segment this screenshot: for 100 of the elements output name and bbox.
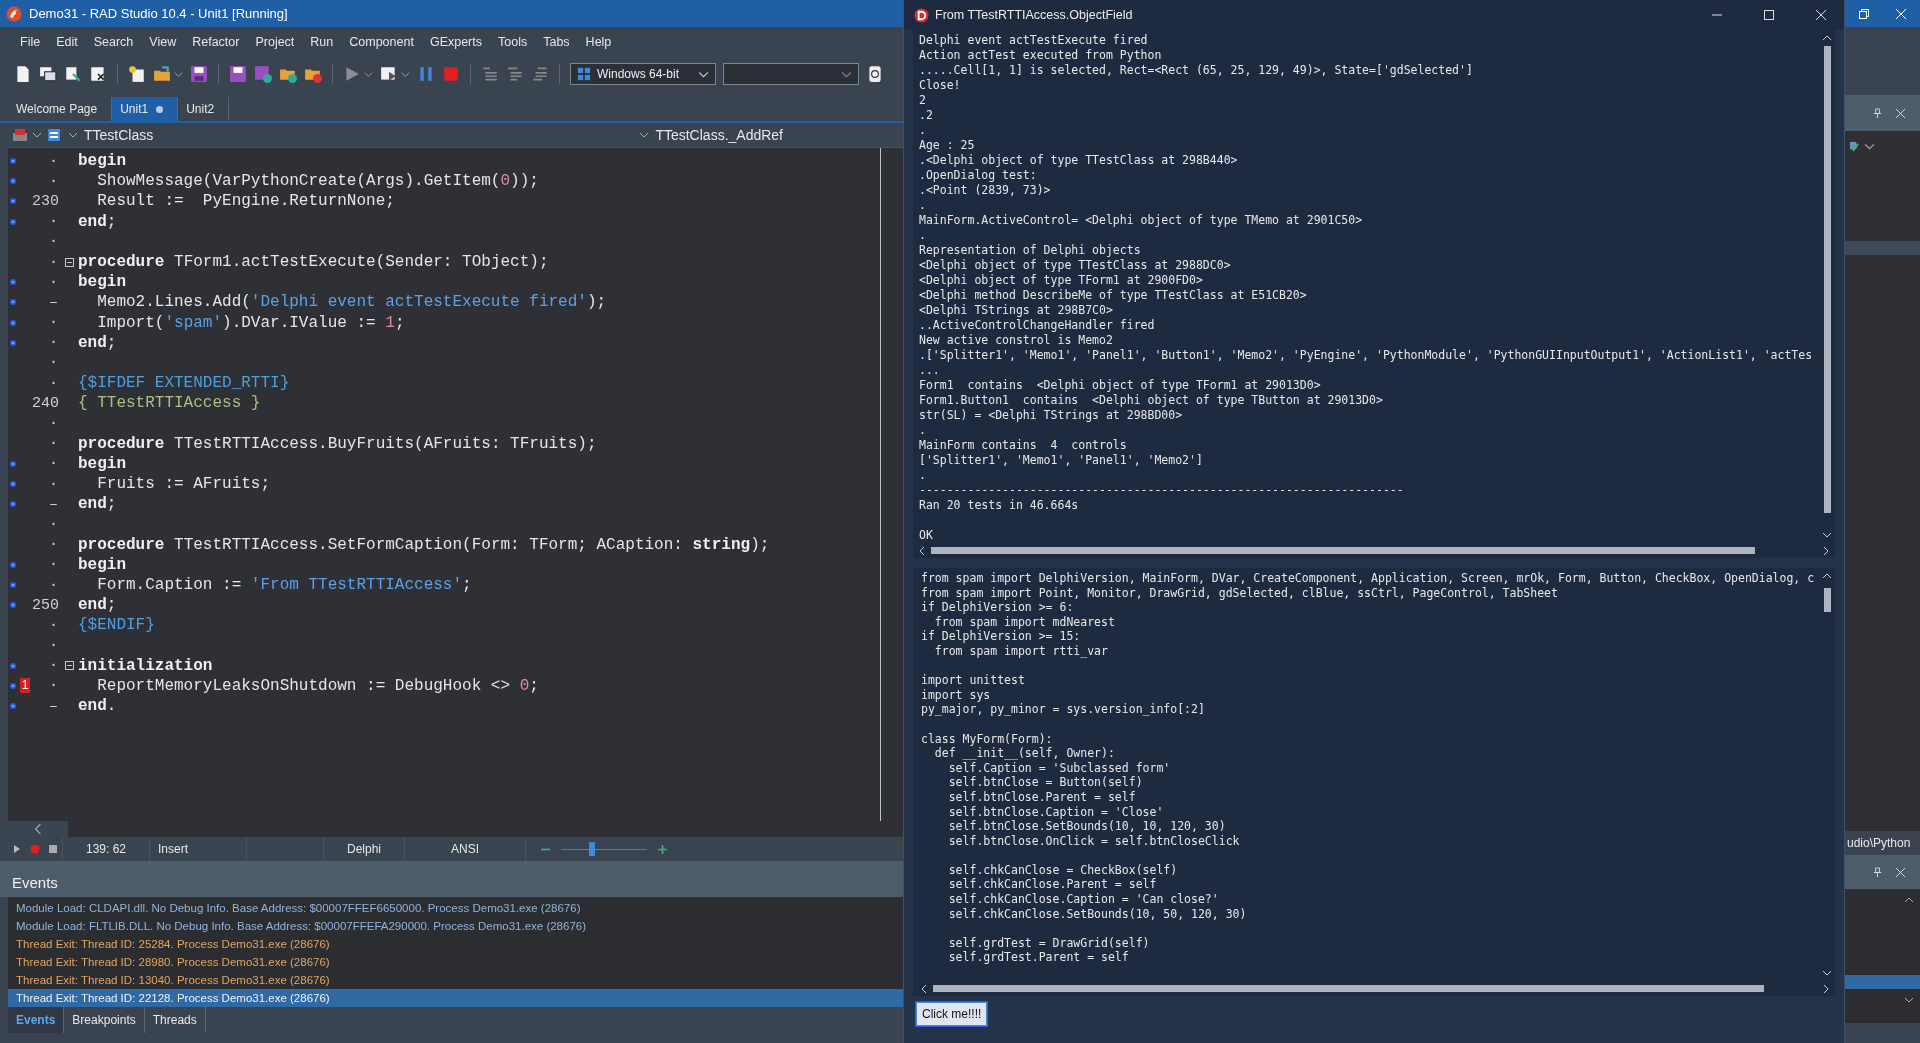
menu-item[interactable]: Project: [247, 32, 303, 52]
close-file-icon[interactable]: [89, 65, 107, 83]
event-row[interactable]: Thread Exit: Thread ID: 28980. Process Demo31.exe (28676): [8, 953, 903, 971]
new-file-icon[interactable]: [14, 65, 32, 83]
code-line: { TTestRTTIAccess }: [77, 394, 261, 413]
breakpoint-dot-icon[interactable]: [10, 279, 16, 286]
scrollbar-thumb[interactable]: [1823, 46, 1831, 513]
menu-item[interactable]: Refactor: [184, 32, 248, 52]
event-row[interactable]: Module Load: CLDAPI.dll. No Debug Info. Base Address: $00007FFEF6650000. Process Demo31.exe (28676): [8, 899, 903, 917]
scrollbar-thumb[interactable]: [933, 985, 1764, 992]
event-row[interactable]: Module Load: FLTLIB.DLL. No Debug Info. Base Address: $00007FFEFA290000. Process Demo31.exe (28676): [8, 917, 903, 935]
save-as-icon[interactable]: [254, 65, 272, 83]
slider-thumb[interactable]: [588, 842, 595, 856]
output-line: ['Splitter1', 'Memo1', 'Panel1', 'Memo2']: [919, 453, 1204, 468]
breakpoint-dot-icon[interactable]: [10, 662, 16, 669]
line-number: ·: [48, 334, 58, 352]
zoom-in-icon[interactable]: [657, 843, 668, 855]
scrollbar-thumb[interactable]: [1823, 588, 1831, 612]
caret-icon[interactable]: [174, 69, 183, 79]
output-line: New active constrol is Memo2: [919, 333, 1114, 348]
step-icon[interactable]: [481, 65, 499, 83]
method-dropdown[interactable]: TTestClass._AddRef: [637, 127, 783, 143]
restore-icon[interactable]: [1857, 7, 1870, 20]
collapse-icon[interactable]: [64, 661, 74, 671]
close-icon[interactable]: [1895, 866, 1906, 878]
menu-item[interactable]: View: [141, 32, 185, 52]
output-line: <Delphi method DescribeMe of type TTestClass at E51CB20>: [919, 288, 1308, 303]
run-icon[interactable]: [343, 65, 361, 83]
output-memo[interactable]: [913, 30, 1835, 558]
caret-icon[interactable]: [32, 130, 42, 140]
caret-icon[interactable]: [401, 69, 410, 79]
collapse-icon[interactable]: [64, 257, 74, 267]
open-folder-icon[interactable]: [153, 65, 171, 83]
output-line: <Delphi TStrings at 298B7C0>: [919, 303, 1114, 318]
save-icon[interactable]: [190, 65, 208, 83]
event-row[interactable]: Thread Exit: Thread ID: 13040. Process Demo31.exe (28676): [8, 971, 903, 989]
click-me-button[interactable]: Click me!!!!: [916, 1002, 988, 1026]
step-icon[interactable]: [506, 65, 524, 83]
menu-item[interactable]: Component: [341, 32, 422, 52]
panel-tab[interactable]: Events: [8, 1007, 65, 1033]
menu-item[interactable]: Edit: [48, 32, 86, 52]
check-icon[interactable]: [1849, 140, 1860, 152]
breakpoint-dot-icon[interactable]: [10, 178, 16, 185]
script-line: from spam import DelphiVersion, MainForm, DVar, CreateComponent, Application, Screen, mrOk, Form, Button, CheckBox, OpenDialog, c: [921, 571, 1816, 586]
caret-icon[interactable]: [364, 69, 373, 79]
line-number: ·: [48, 435, 58, 453]
file-tab[interactable]: Unit1: [112, 97, 179, 121]
step-icon[interactable]: [531, 65, 549, 83]
breakpoint-dot-icon[interactable]: [10, 460, 16, 467]
menu-item[interactable]: Run: [302, 32, 342, 52]
breakpoint-dot-icon[interactable]: [10, 481, 16, 488]
breakpoint-dot-icon[interactable]: [10, 339, 16, 346]
stop-icon[interactable]: [48, 844, 58, 854]
form-icon[interactable]: [46, 127, 62, 143]
close-icon[interactable]: [1895, 107, 1906, 119]
breakpoint-dot-icon[interactable]: [10, 501, 16, 508]
line-number: ·: [48, 152, 58, 170]
pages-icon[interactable]: [64, 65, 82, 83]
platform-dropdown[interactable]: Windows 64-bit: [570, 63, 716, 85]
breakpoint-dot-icon[interactable]: [10, 582, 16, 589]
scrollbar-thumb[interactable]: [931, 547, 1755, 554]
breakpoint-dot-icon[interactable]: [10, 682, 16, 689]
save-all-icon[interactable]: [229, 65, 247, 83]
caret-icon: [68, 130, 78, 140]
output-line: Age : 25: [919, 138, 976, 153]
scroll-down-icon[interactable]: [1904, 995, 1914, 1005]
books-icon[interactable]: [12, 127, 28, 143]
breakpoint-dot-icon[interactable]: [10, 561, 16, 568]
menu-item[interactable]: GExperts: [421, 32, 490, 52]
menu-item[interactable]: Tools: [490, 32, 536, 52]
run-window-icon[interactable]: [380, 65, 398, 83]
event-row[interactable]: Thread Exit: Thread ID: 25284. Process Demo31.exe (28676): [8, 935, 903, 953]
breakpoint-dot-icon[interactable]: [10, 299, 16, 306]
menu-item[interactable]: Help: [577, 32, 620, 52]
new-item-icon[interactable]: [128, 65, 146, 83]
script-memo[interactable]: [913, 568, 1835, 996]
scroll-up-icon[interactable]: [1904, 895, 1914, 905]
menu-item[interactable]: File: [12, 32, 49, 52]
device-icon[interactable]: [866, 65, 884, 83]
breakpoint-dot-icon[interactable]: [10, 218, 16, 225]
breakpoint-dot-icon[interactable]: [10, 319, 16, 326]
menu-item[interactable]: Tabs: [535, 32, 578, 52]
pin-icon[interactable]: [1872, 866, 1883, 878]
script-line: self.chkCanClose.Parent = self: [947, 877, 1158, 893]
pause-icon[interactable]: [417, 65, 435, 83]
windows-icon[interactable]: [39, 65, 57, 83]
breakpoint-dot-icon[interactable]: [10, 602, 16, 609]
menu-item[interactable]: Search: [85, 32, 142, 52]
device-dropdown[interactable]: [723, 63, 859, 85]
output-line: Close!: [919, 78, 962, 93]
code-editor[interactable]: [8, 147, 903, 821]
play-icon[interactable]: [12, 844, 22, 854]
breakpoint-dot-icon[interactable]: [10, 158, 16, 165]
breakpoint-dot-icon[interactable]: [10, 198, 16, 205]
output-line: MainForm.ActiveControl= <Delphi object of type TMemo at 2901C50>: [919, 213, 1364, 228]
event-row[interactable]: Thread Exit: Thread ID: 22128. Process Demo31.exe (28676): [8, 989, 903, 1007]
class-dropdown[interactable]: TTestClass: [66, 127, 154, 143]
pin-icon[interactable]: [1872, 107, 1883, 119]
code-line: {$ENDIF}: [77, 616, 155, 635]
breakpoint-dot-icon[interactable]: [10, 703, 16, 710]
